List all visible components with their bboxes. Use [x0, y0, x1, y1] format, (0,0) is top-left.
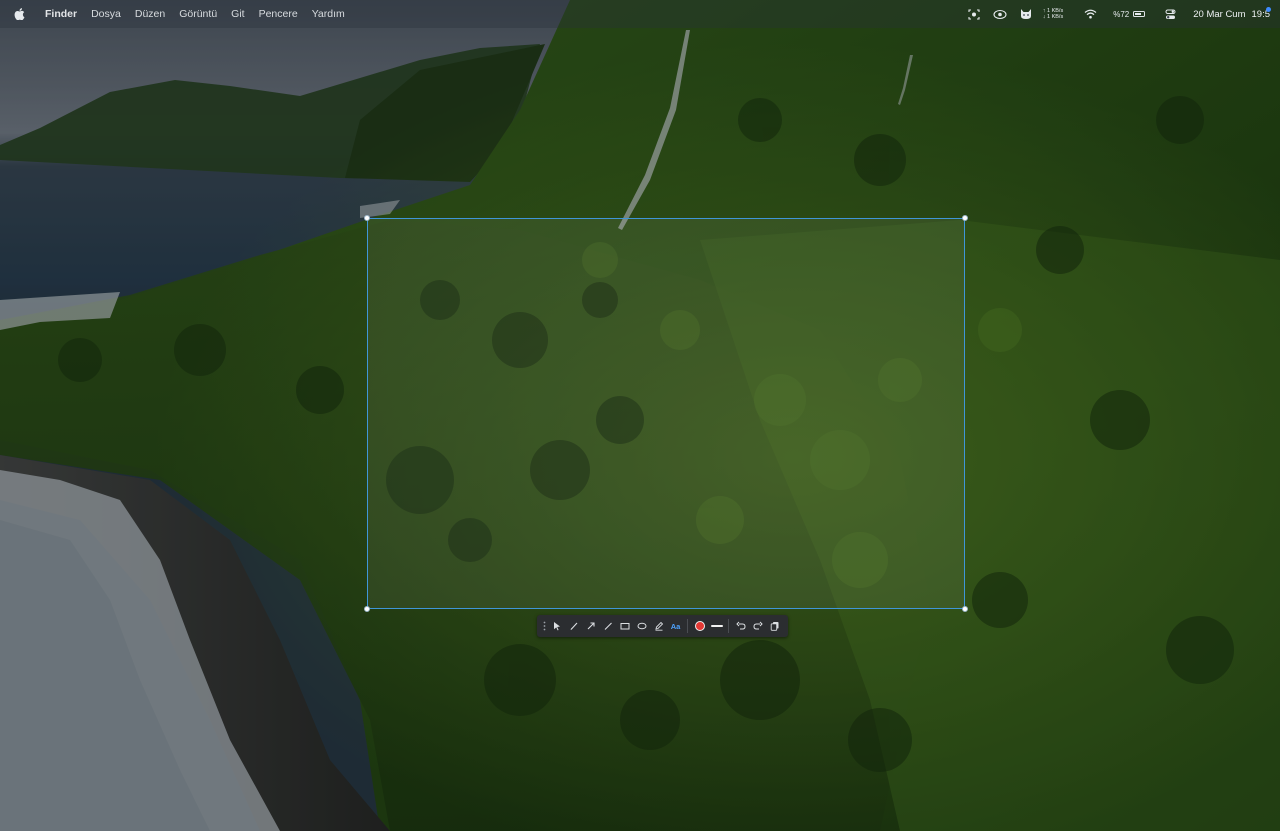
menu-git[interactable]: Git [224, 0, 251, 28]
menu-bar: Finder Dosya Düzen Görüntü Git Pencere Y… [0, 0, 1280, 28]
rectangle-icon [620, 623, 629, 630]
menu-pencere[interactable]: Pencere [252, 0, 305, 28]
text-tool-button[interactable]: Aa [667, 615, 684, 637]
marker-icon [654, 621, 663, 631]
text-tool-label: Aa [670, 621, 681, 631]
drag-grip-icon [543, 621, 545, 631]
stroke-width-icon [710, 624, 723, 628]
pen-icon [570, 622, 577, 630]
ellipse-icon [637, 622, 646, 630]
menu-bar-status: ↑ 1 KB/s ↓ 1 KB/s %72 20 Mar Cum 19:5 [961, 0, 1280, 28]
capture-selection-rectangle[interactable] [364, 215, 968, 612]
cat-app-icon[interactable] [1013, 0, 1039, 28]
line-icon [604, 622, 612, 630]
menu-yardim[interactable]: Yardım [305, 0, 352, 28]
screen-capture-icon [968, 8, 980, 20]
redo-icon [752, 621, 763, 630]
annotation-toolbar: Aa [537, 615, 788, 637]
battery-percent: %72 [1113, 9, 1130, 19]
copy-button[interactable] [766, 615, 783, 637]
arrow-tool-button[interactable] [582, 615, 599, 637]
toolbar-drag-handle[interactable] [540, 615, 548, 637]
wifi-icon [1084, 9, 1097, 19]
screenshot-tool-icon[interactable] [961, 0, 987, 28]
apple-menu-icon[interactable] [0, 8, 38, 20]
selection-handle-top-right[interactable] [962, 215, 968, 221]
ellipse-tool-button[interactable] [633, 615, 650, 637]
toolbar-separator [728, 619, 729, 633]
battery-status[interactable]: %72 [1113, 9, 1146, 19]
toolbar-separator [687, 619, 688, 633]
network-speed-monitor[interactable]: ↑ 1 KB/s ↓ 1 KB/s [1043, 8, 1063, 21]
wifi-status-icon[interactable] [1077, 0, 1103, 28]
select-tool-button[interactable] [548, 615, 565, 637]
line-tool-button[interactable] [599, 615, 616, 637]
cat-icon [1020, 9, 1031, 19]
pen-tool-button[interactable] [565, 615, 582, 637]
menu-bar-clock[interactable]: 20 Mar Cum 19:5 [1193, 9, 1270, 20]
toggles-icon [1165, 9, 1176, 19]
menu-app-name[interactable]: Finder [38, 0, 84, 28]
battery-icon [1133, 11, 1146, 17]
menu-gorunum[interactable]: Görüntü [172, 0, 224, 28]
clock-date: 20 Mar Cum [1193, 8, 1246, 20]
undo-button[interactable] [732, 615, 749, 637]
eye-icon [993, 9, 1007, 19]
eye-app-icon[interactable] [987, 0, 1013, 28]
selection-handle-bottom-right[interactable] [962, 606, 968, 612]
selection-handle-bottom-left[interactable] [364, 606, 370, 612]
menu-duzen[interactable]: Düzen [128, 0, 172, 28]
menu-bar-left: Finder Dosya Düzen Görüntü Git Pencere Y… [0, 0, 352, 28]
redo-button[interactable] [749, 615, 766, 637]
color-swatch [694, 621, 705, 631]
stroke-width-button[interactable] [708, 615, 725, 637]
arrow-icon [587, 622, 595, 630]
apple-logo-icon [14, 8, 24, 20]
notification-dot [1266, 7, 1271, 12]
cursor-arrow-icon [553, 622, 560, 631]
marker-tool-button[interactable] [650, 615, 667, 637]
color-picker-button[interactable] [691, 615, 708, 637]
undo-icon [735, 621, 746, 630]
rectangle-tool-button[interactable] [616, 615, 633, 637]
network-download-speed: ↓ 1 KB/s [1042, 14, 1064, 20]
menu-dosya[interactable]: Dosya [84, 0, 128, 28]
control-center-icon[interactable] [1157, 0, 1183, 28]
selection-handle-top-left[interactable] [364, 215, 370, 221]
copy-icon [770, 622, 778, 631]
